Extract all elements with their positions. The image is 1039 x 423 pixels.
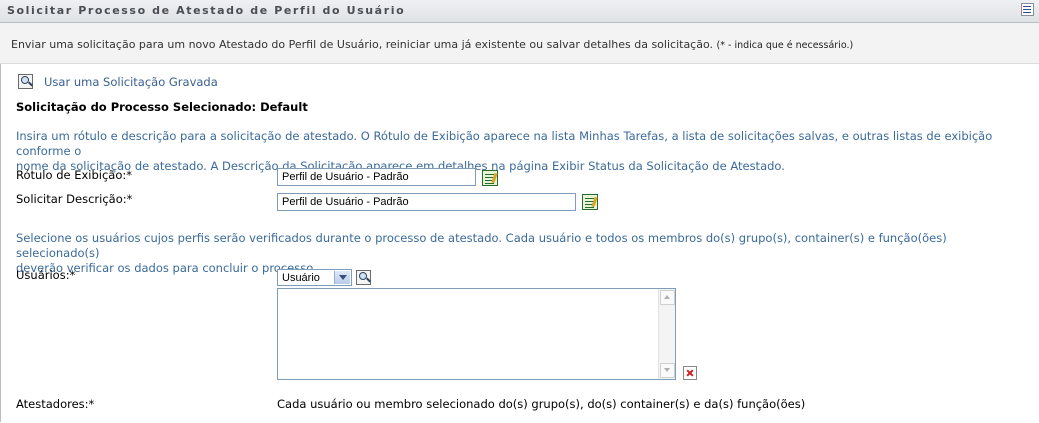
instructions-bar: Enviar uma solicitação para um novo Ates…: [0, 23, 1039, 64]
selected-process-heading: Solicitação do Processo Selecionado: Def…: [16, 100, 308, 114]
chevron-down-icon[interactable]: [334, 271, 350, 284]
users-label: Usuários:*: [16, 268, 76, 282]
intro-line-1: Insira um rótulo e descrição para a soli…: [16, 129, 993, 158]
description-label: Solicitar Descrição:*: [16, 192, 133, 206]
user-type-selected: Usuário: [282, 272, 320, 284]
scroll-up-icon[interactable]: [660, 290, 675, 305]
display-label-input[interactable]: [277, 168, 476, 186]
intro-line-2: nome da solicitação de atestado. A Descr…: [16, 159, 785, 173]
description-input[interactable]: [277, 193, 576, 211]
delete-icon[interactable]: [683, 366, 697, 380]
label-description-intro: Insira um rótulo e descrição para a soli…: [16, 129, 1026, 174]
instructions-main: Enviar uma solicitação para um novo Ates…: [11, 38, 714, 51]
search-icon[interactable]: [18, 74, 33, 89]
attesters-value: Cada usuário ou membro selecionado do(s)…: [277, 397, 806, 411]
listbox-scrollbar[interactable]: [658, 289, 675, 379]
instructions-text: Enviar uma solicitação para um novo Ates…: [11, 38, 853, 51]
title-bar: Solicitar Processo de Atestado de Perfil…: [0, 0, 1039, 23]
page-title: Solicitar Processo de Atestado de Perfil…: [7, 4, 406, 17]
user-type-select[interactable]: Usuário: [277, 269, 352, 286]
use-saved-request-link[interactable]: Usar uma Solicitação Gravada: [44, 75, 218, 89]
edit-text-icon[interactable]: [582, 194, 598, 210]
users-listbox[interactable]: [277, 288, 676, 380]
display-label-label: Rótulo de Exibição:*: [16, 168, 133, 182]
attesters-label: Atestadores:*: [16, 397, 95, 411]
users-intro: Selecione os usuários cujos perfis serão…: [16, 231, 1026, 276]
scroll-down-icon[interactable]: [660, 363, 675, 378]
users-intro-line-2: deverão verificar os dados para concluir…: [16, 261, 317, 275]
edit-text-icon[interactable]: [482, 170, 498, 186]
search-icon[interactable]: [356, 270, 371, 285]
required-note: (* - indica que é necessário.): [716, 40, 854, 51]
options-menu-icon[interactable]: [1021, 3, 1034, 16]
users-intro-line-1: Selecione os usuários cujos perfis serão…: [16, 231, 947, 260]
